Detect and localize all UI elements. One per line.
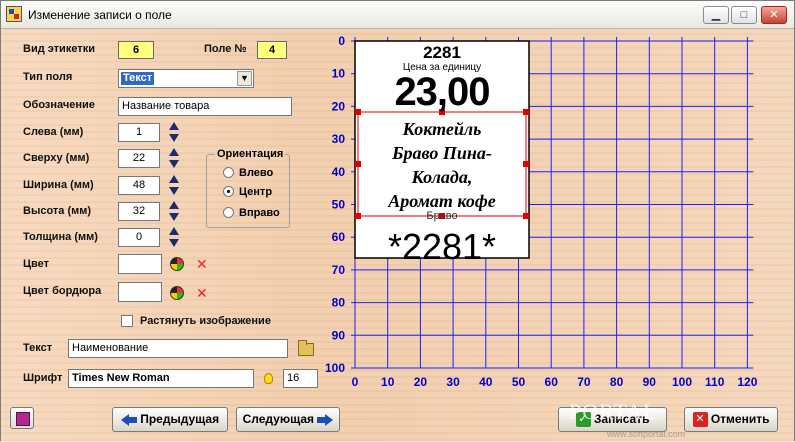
x-tick-label: 0 [352, 375, 359, 389]
help-book-icon[interactable] [10, 407, 34, 429]
watermark-url: www.softportal.com [607, 429, 686, 439]
y-tick-label: 70 [332, 263, 346, 277]
label-price: 23,00 [394, 70, 490, 114]
cross-icon: ✕ [692, 412, 708, 428]
next-button[interactable]: Следующая [236, 407, 340, 432]
cancel-button[interactable]: ✕ Отменить [684, 407, 778, 432]
product-line-3: Колада, [411, 167, 473, 187]
x-tick-label: 70 [577, 375, 591, 389]
y-tick-label: 30 [332, 132, 346, 146]
y-tick-label: 40 [332, 165, 346, 179]
label-canvas[interactable]: 2281 Цена за единицу 23,00 Браво *2281* … [355, 41, 529, 267]
arrow-right-icon [317, 413, 334, 426]
x-tick-label: 50 [512, 375, 526, 389]
prev-button[interactable]: Предыдущая [112, 407, 228, 432]
arrow-left-icon [120, 413, 137, 426]
y-tick-label: 50 [332, 198, 346, 212]
x-tick-label: 120 [737, 375, 757, 389]
next-button-label: Следующая [242, 412, 315, 426]
label-barcode-text: *2281* [387, 226, 497, 267]
y-tick-label: 100 [325, 361, 345, 375]
product-line-1: Коктейль [402, 119, 482, 139]
y-tick-label: 60 [332, 230, 346, 244]
y-tick-label: 10 [332, 67, 346, 81]
x-tick-label: 110 [705, 375, 725, 389]
prev-button-label: Предыдущая [140, 412, 220, 426]
watermark: PORTAL [569, 399, 658, 424]
selected-field[interactable]: Коктейль Браво Пина- Колада, Аромат кофе [359, 116, 525, 216]
x-tick-label: 90 [643, 375, 657, 389]
y-tick-label: 0 [338, 34, 345, 48]
x-tick-label: 20 [414, 375, 428, 389]
dialog-window: Изменение записи о поле ▁ □ ✕ Вид этикет… [0, 0, 795, 441]
product-line-4: Аромат кофе [388, 191, 496, 211]
y-tick-label: 80 [332, 296, 346, 310]
cancel-button-label: Отменить [710, 412, 770, 426]
y-tick-label: 90 [332, 328, 346, 342]
x-tick-label: 100 [672, 375, 692, 389]
x-tick-label: 30 [446, 375, 460, 389]
product-line-2: Браво Пина- [392, 143, 492, 163]
x-tick-label: 80 [610, 375, 624, 389]
x-tick-label: 40 [479, 375, 493, 389]
x-tick-label: 10 [381, 375, 395, 389]
x-tick-label: 60 [545, 375, 559, 389]
label-code: 2281 [423, 43, 461, 62]
y-tick-label: 20 [332, 99, 346, 113]
